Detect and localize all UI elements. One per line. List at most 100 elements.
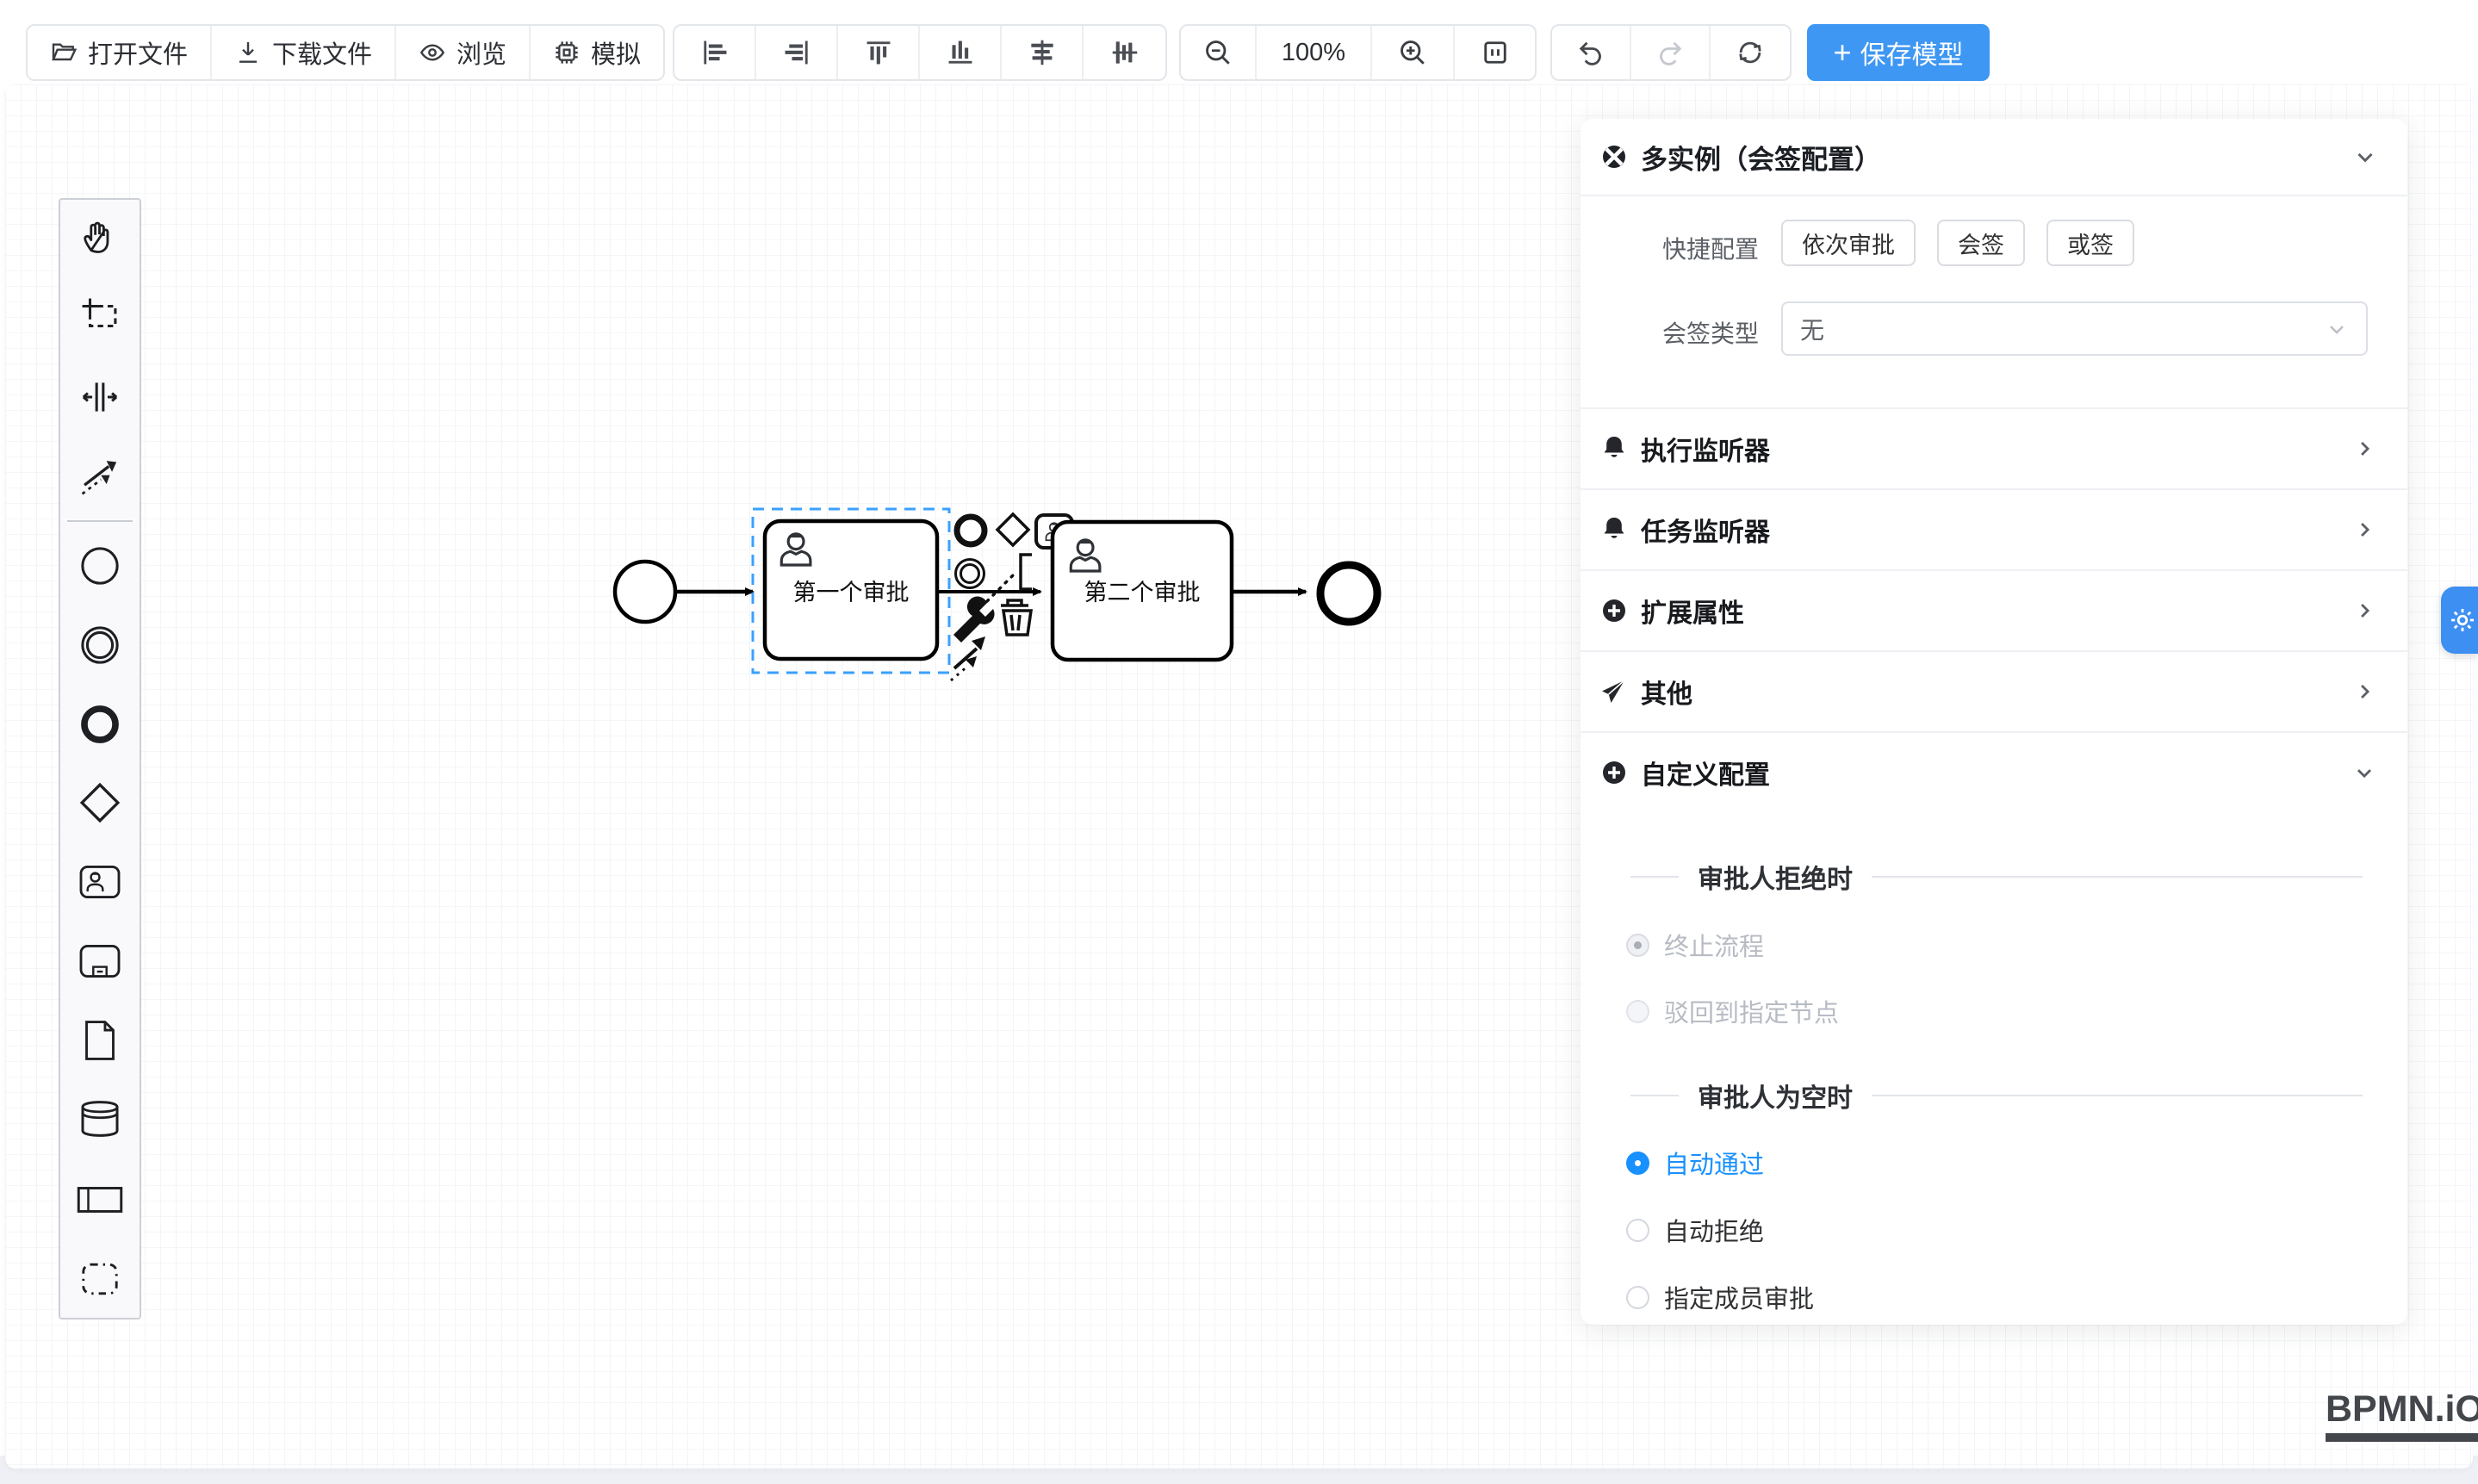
zoom-toolbar-group: 100% — [1179, 24, 1537, 81]
zoom-in-button[interactable] — [1372, 26, 1455, 79]
hand-tool[interactable] — [60, 200, 140, 272]
radio-label: 自动通过 — [1664, 1145, 1764, 1181]
create-user-task[interactable] — [60, 846, 140, 918]
user-task-1[interactable]: 第一个审批 — [765, 521, 937, 659]
global-connect-tool[interactable] — [60, 440, 140, 512]
zoom-level-value: 100% — [1282, 39, 1345, 67]
align-bottom-icon — [944, 36, 977, 69]
radio-assign-member[interactable]: 指定成员审批 — [1626, 1279, 1814, 1315]
gear-icon — [2448, 605, 2477, 635]
section-other[interactable]: 其他 — [1581, 650, 2407, 731]
sign-type-select[interactable]: 无 — [1781, 301, 2368, 356]
space-tool[interactable] — [60, 361, 140, 433]
file-toolbar-group: 打开文件 下载文件 浏览 模拟 — [26, 24, 665, 81]
open-file-button[interactable]: 打开文件 — [28, 26, 212, 79]
preview-button[interactable]: 浏览 — [396, 26, 531, 79]
data-store-icon — [78, 1099, 121, 1139]
append-text-annotation-icon[interactable] — [1021, 555, 1032, 589]
zoom-out-button[interactable] — [1181, 26, 1257, 79]
create-intermediate-event[interactable] — [60, 609, 140, 681]
radio-label: 终止流程 — [1664, 927, 1764, 963]
download-file-button[interactable]: 下载文件 — [212, 26, 396, 79]
task2-label: 第二个审批 — [1084, 580, 1201, 605]
align-top-button[interactable] — [838, 26, 920, 79]
radio-auto-pass[interactable]: 自动通过 — [1626, 1145, 1764, 1181]
bell-icon — [1599, 434, 1629, 463]
intermediate-event-icon — [78, 624, 121, 667]
quick-config-options: 依次审批 会签 或签 — [1781, 220, 2134, 266]
align-left-button[interactable] — [674, 26, 756, 79]
sign-type-label: 会签类型 — [1581, 315, 1759, 350]
preview-label: 浏览 — [456, 34, 506, 71]
open-file-label: 打开文件 — [88, 34, 188, 71]
eye-icon — [419, 39, 446, 66]
refresh-button[interactable] — [1711, 26, 1790, 79]
data-object-icon — [81, 1019, 119, 1062]
align-center-icon — [1026, 36, 1059, 69]
chevron-right-icon — [2352, 680, 2376, 704]
refresh-icon — [1735, 37, 1766, 68]
panel-header[interactable]: 多实例（会签配置） — [1581, 119, 2407, 196]
panel-title: 多实例（会签配置） — [1641, 138, 2340, 177]
append-gateway-icon[interactable] — [997, 514, 1028, 545]
radio-icon[interactable] — [1626, 1286, 1649, 1309]
undo-icon — [1575, 37, 1606, 68]
section-label: 执行监听器 — [1641, 430, 2340, 468]
create-group[interactable] — [60, 1243, 140, 1315]
section-label: 任务监听器 — [1641, 511, 2340, 549]
end-event-icon — [78, 703, 121, 746]
user-task-2[interactable]: 第二个审批 — [1053, 522, 1232, 660]
create-gateway[interactable] — [60, 767, 140, 839]
chevron-down-icon[interactable] — [2352, 144, 2378, 170]
zoom-out-icon — [1202, 37, 1233, 68]
history-toolbar-group — [1550, 24, 1792, 81]
simulate-label: 模拟 — [591, 34, 641, 71]
create-subprocess[interactable] — [60, 925, 140, 997]
quick-option-sequential[interactable]: 依次审批 — [1781, 220, 1916, 266]
connect-tool-icon[interactable] — [951, 636, 985, 680]
section-execution-listener[interactable]: 执行监听器 — [1581, 407, 2407, 488]
redo-button[interactable] — [1631, 26, 1711, 79]
wrench-icon[interactable] — [953, 597, 995, 643]
element-palette — [59, 198, 141, 1319]
section-task-listener[interactable]: 任务监听器 — [1581, 488, 2407, 569]
align-right-button[interactable] — [756, 26, 838, 79]
trash-icon[interactable] — [1001, 600, 1031, 635]
simulate-button[interactable]: 模拟 — [531, 26, 663, 79]
section-extended-properties[interactable]: 扩展属性 — [1581, 569, 2407, 650]
quick-option-countersign[interactable]: 会签 — [1937, 220, 2025, 266]
align-middle-button[interactable] — [1084, 26, 1165, 79]
append-end-event-icon[interactable] — [957, 517, 984, 544]
radio-return-to-node[interactable]: 驳回到指定节点 — [1626, 993, 1839, 1029]
align-center-button[interactable] — [1002, 26, 1084, 79]
create-data-store[interactable] — [60, 1083, 140, 1155]
create-data-object[interactable] — [60, 1004, 140, 1077]
end-event[interactable] — [1320, 565, 1377, 622]
divider-line — [1872, 876, 2363, 878]
settings-panel-toggle[interactable] — [2441, 587, 2478, 654]
task1-label: 第一个审批 — [793, 580, 910, 605]
radio-icon[interactable] — [1626, 1219, 1649, 1242]
fit-viewport-button[interactable] — [1455, 26, 1535, 79]
section-custom-config[interactable]: 自定义配置 — [1581, 731, 2407, 812]
align-bottom-button[interactable] — [920, 26, 1002, 79]
radio-icon[interactable] — [1626, 934, 1649, 957]
palette-separator — [67, 520, 133, 522]
divider-line — [1630, 876, 1679, 878]
hand-tool-icon — [80, 216, 120, 256]
redo-icon — [1655, 37, 1686, 68]
lasso-tool[interactable] — [60, 280, 140, 352]
undo-button[interactable] — [1552, 26, 1631, 79]
radio-icon[interactable] — [1626, 1152, 1649, 1175]
create-start-event[interactable] — [60, 530, 140, 602]
start-event[interactable] — [615, 562, 675, 622]
radio-icon[interactable] — [1626, 1000, 1649, 1023]
quick-option-orsign[interactable]: 或签 — [2046, 220, 2134, 266]
bpmn-io-logo[interactable]: BPMN.iO — [2326, 1388, 2478, 1442]
multi-instance-icon — [1599, 142, 1629, 171]
save-model-button[interactable]: + 保存模型 — [1807, 24, 1990, 81]
radio-auto-reject[interactable]: 自动拒绝 — [1626, 1212, 1764, 1248]
create-participant[interactable] — [60, 1164, 140, 1236]
create-end-event[interactable] — [60, 688, 140, 761]
radio-terminate-process[interactable]: 终止流程 — [1626, 927, 1764, 963]
